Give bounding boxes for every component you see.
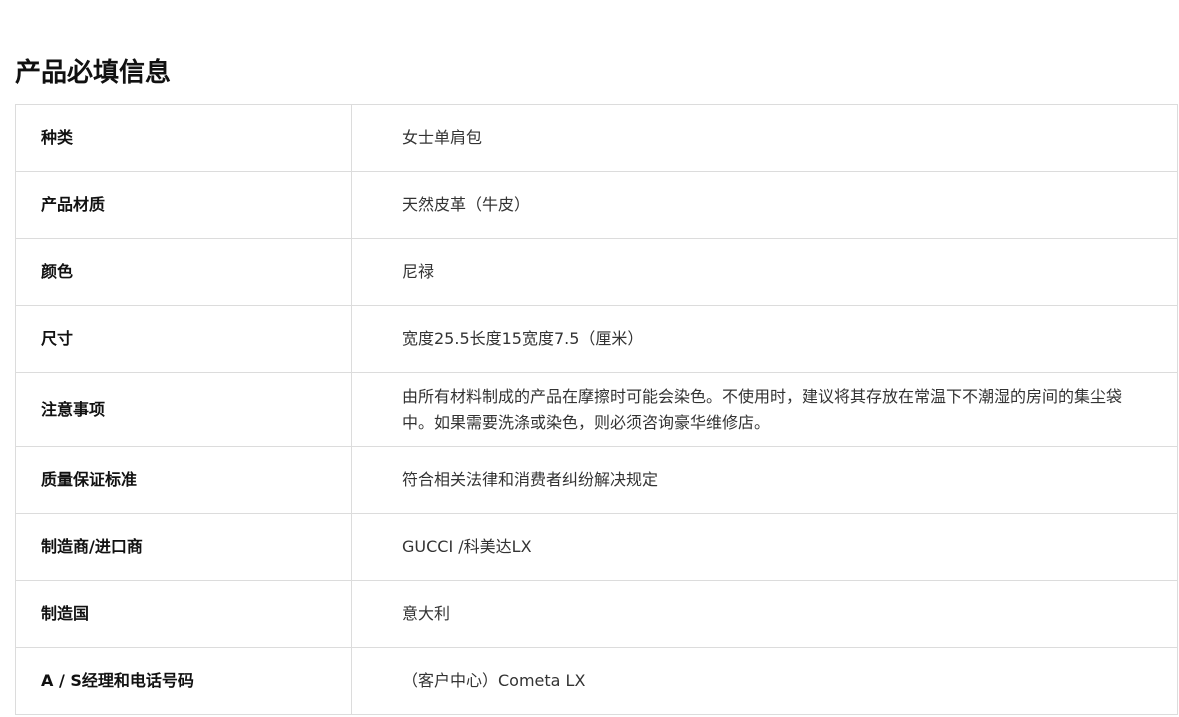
table-row-color: 颜色 尼禄 bbox=[15, 238, 1178, 306]
row-label: 注意事项 bbox=[15, 372, 352, 447]
row-value: 宽度25.5长度15宽度7.5（厘米） bbox=[351, 305, 1178, 373]
table-row-after-sales-contact: A / S经理和电话号码 （客户中心）Cometa LX bbox=[15, 647, 1178, 715]
row-value: 符合相关法律和消费者纠纷解决规定 bbox=[351, 446, 1178, 514]
table-row-care-notes: 注意事项 由所有材料制成的产品在摩擦时可能会染色。不使用时，建议将其存放在常温下… bbox=[15, 372, 1178, 447]
row-value: 由所有材料制成的产品在摩擦时可能会染色。不使用时，建议将其存放在常温下不潮湿的房… bbox=[351, 372, 1178, 447]
row-label: 质量保证标准 bbox=[15, 446, 352, 514]
product-info-table: 种类 女士单肩包 产品材质 天然皮革（牛皮） 颜色 尼禄 尺寸 宽度25.5长度… bbox=[15, 104, 1178, 715]
row-value: GUCCI /科美达LX bbox=[351, 513, 1178, 581]
row-label: 产品材质 bbox=[15, 171, 352, 239]
row-value: （客户中心）Cometa LX bbox=[351, 647, 1178, 715]
table-row-manufacturer: 制造商/进口商 GUCCI /科美达LX bbox=[15, 513, 1178, 581]
product-info-section: 产品必填信息 种类 女士单肩包 产品材质 天然皮革（牛皮） 颜色 尼禄 尺寸 宽… bbox=[15, 0, 1178, 715]
section-title: 产品必填信息 bbox=[15, 58, 172, 88]
row-label: 颜色 bbox=[15, 238, 352, 306]
row-label: A / S经理和电话号码 bbox=[15, 647, 352, 715]
table-row-category: 种类 女士单肩包 bbox=[15, 104, 1178, 172]
row-value: 尼禄 bbox=[351, 238, 1178, 306]
row-label: 种类 bbox=[15, 104, 352, 172]
table-row-material: 产品材质 天然皮革（牛皮） bbox=[15, 171, 1178, 239]
row-value: 意大利 bbox=[351, 580, 1178, 648]
row-label: 制造商/进口商 bbox=[15, 513, 352, 581]
row-value: 天然皮革（牛皮） bbox=[351, 171, 1178, 239]
table-row-size: 尺寸 宽度25.5长度15宽度7.5（厘米） bbox=[15, 305, 1178, 373]
row-label: 制造国 bbox=[15, 580, 352, 648]
table-row-quality-standard: 质量保证标准 符合相关法律和消费者纠纷解决规定 bbox=[15, 446, 1178, 514]
row-label: 尺寸 bbox=[15, 305, 352, 373]
table-row-country-of-origin: 制造国 意大利 bbox=[15, 580, 1178, 648]
row-value: 女士单肩包 bbox=[351, 104, 1178, 172]
